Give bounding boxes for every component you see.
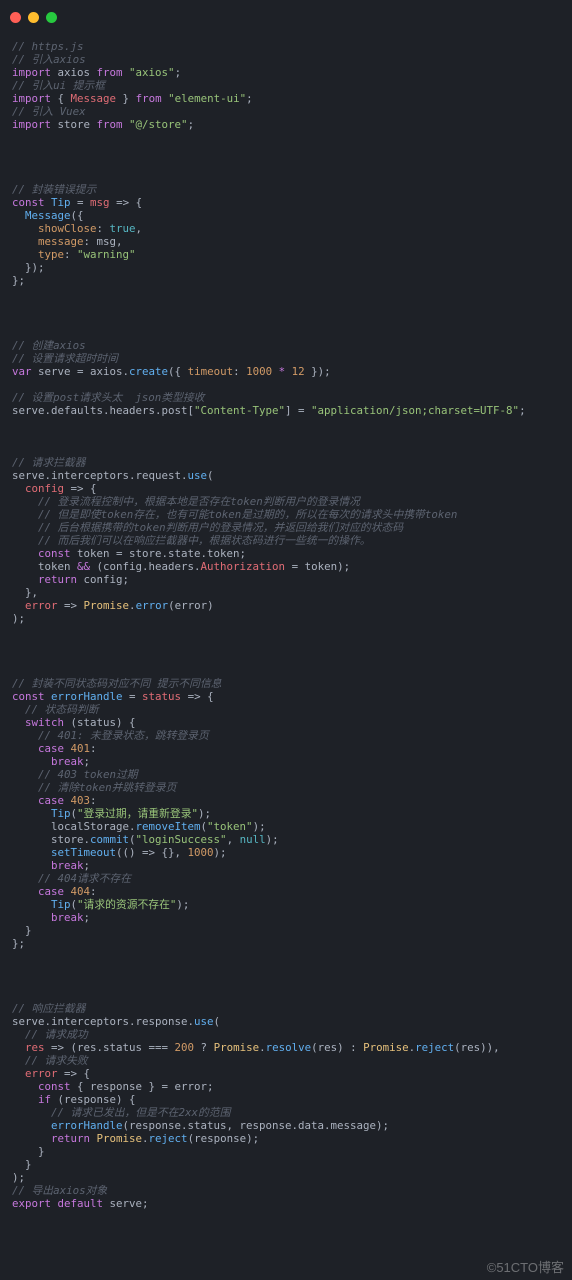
- code-line: // 响应拦截器: [12, 1002, 86, 1015]
- code-editor-content: // https.js // 引入axios import axios from…: [12, 40, 526, 1210]
- code-line: // 封装错误提示: [12, 183, 96, 196]
- code-line: // 引入 Vuex: [12, 105, 86, 118]
- maximize-window-button[interactable]: [46, 12, 57, 23]
- window-traffic-lights[interactable]: [10, 12, 57, 23]
- code-line: // 请求拦截器: [12, 456, 86, 469]
- code-line: // 引入axios: [12, 53, 86, 66]
- code-line: // 导出axios对象: [12, 1184, 107, 1197]
- code-line: // 设置请求超时时间: [12, 352, 118, 365]
- code-line: // 封装不同状态码对应不同 提示不同信息: [12, 677, 222, 690]
- code-line: // 引入ui 提示框: [12, 79, 105, 92]
- minimize-window-button[interactable]: [28, 12, 39, 23]
- code-line: // 创建axios: [12, 339, 86, 352]
- close-window-button[interactable]: [10, 12, 21, 23]
- watermark-text: ©51CTO博客: [487, 1261, 564, 1274]
- code-line: // https.js: [12, 40, 84, 53]
- code-line: // 设置post请求头太 json类型接收: [12, 391, 204, 404]
